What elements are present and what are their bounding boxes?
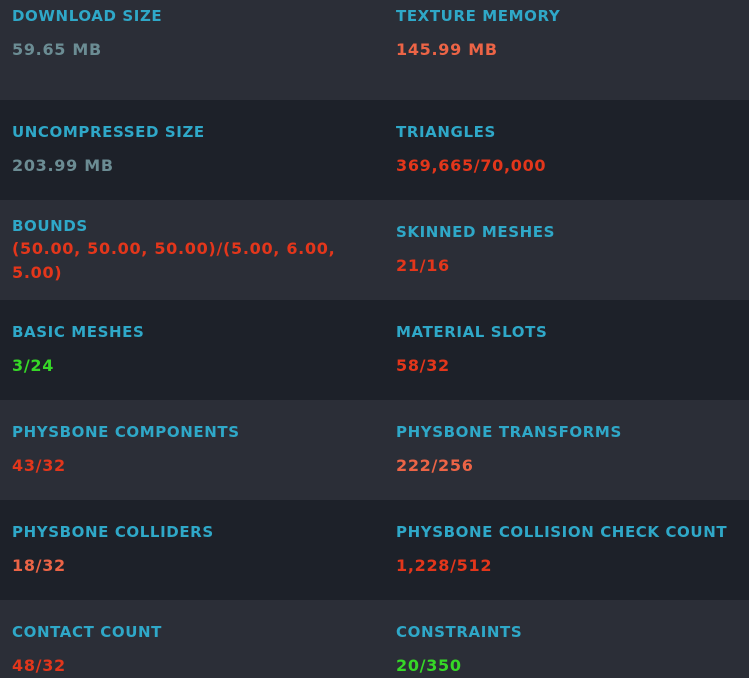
- stats-row: PHYSBONE COLLIDERS 18/32 PHYSBONE COLLIS…: [0, 500, 749, 600]
- stat-label: DOWNLOAD SIZE: [12, 7, 163, 25]
- stat-label: PHYSBONE COLLIDERS: [12, 523, 214, 541]
- stat-value: 58/32: [396, 356, 450, 375]
- stat-contact-count: CONTACT COUNT 48/32: [0, 600, 384, 675]
- stat-value: 59.65 MB: [12, 40, 102, 59]
- stat-value: 145.99 MB: [396, 40, 498, 59]
- stat-value: 43/32: [12, 456, 66, 475]
- stat-uncompressed-size: UNCOMPRESSED SIZE 203.99 MB: [0, 100, 384, 200]
- stat-triangles: TRIANGLES 369,665/70,000: [384, 100, 749, 200]
- stat-value: 203.99 MB: [12, 156, 114, 175]
- stat-material-slots: MATERIAL SLOTS 58/32: [384, 300, 749, 400]
- performance-stats-grid: DOWNLOAD SIZE 59.65 MB TEXTURE MEMORY 14…: [0, 0, 749, 675]
- stat-value: (50.00, 50.00, 50.00)/(5.00, 6.00, 5.00): [12, 238, 336, 282]
- stat-value: 18/32: [12, 556, 66, 575]
- stat-label: PHYSBONE COLLISION CHECK COUNT: [396, 523, 728, 541]
- stat-constraints: CONSTRAINTS 20/350: [384, 600, 749, 675]
- stat-physbone-collision-check-count: PHYSBONE COLLISION CHECK COUNT 1,228/512: [384, 500, 749, 600]
- stat-label: PHYSBONE TRANSFORMS: [396, 423, 622, 441]
- stat-basic-meshes: BASIC MESHES 3/24: [0, 300, 384, 400]
- stat-label: BOUNDS: [12, 216, 88, 235]
- stat-value: 1,228/512: [396, 556, 493, 575]
- stats-row: CONTACT COUNT 48/32 CONSTRAINTS 20/350: [0, 600, 749, 675]
- stat-value: 222/256: [396, 456, 474, 475]
- stat-value: 48/32: [12, 656, 66, 675]
- stat-label: TRIANGLES: [396, 123, 496, 141]
- stat-download-size: DOWNLOAD SIZE 59.65 MB: [0, 0, 384, 100]
- stat-physbone-colliders: PHYSBONE COLLIDERS 18/32: [0, 500, 384, 600]
- stat-label: CONSTRAINTS: [396, 623, 523, 641]
- stat-bounds: BOUNDS (50.00, 50.00, 50.00)/(5.00, 6.00…: [0, 200, 384, 300]
- stat-label: TEXTURE MEMORY: [396, 7, 561, 25]
- stat-physbone-transforms: PHYSBONE TRANSFORMS 222/256: [384, 400, 749, 500]
- stat-label: UNCOMPRESSED SIZE: [12, 123, 205, 141]
- stat-value: 369,665/70,000: [396, 156, 547, 175]
- stat-label: SKINNED MESHES: [396, 223, 556, 241]
- stat-value: 20/350: [396, 656, 462, 675]
- stat-label: PHYSBONE COMPONENTS: [12, 423, 240, 441]
- stats-row: BOUNDS (50.00, 50.00, 50.00)/(5.00, 6.00…: [0, 200, 749, 300]
- stat-texture-memory: TEXTURE MEMORY 145.99 MB: [384, 0, 749, 100]
- stat-physbone-components: PHYSBONE COMPONENTS 43/32: [0, 400, 384, 500]
- stats-row: PHYSBONE COMPONENTS 43/32 PHYSBONE TRANS…: [0, 400, 749, 500]
- stat-value: 3/24: [12, 356, 55, 375]
- stats-row: DOWNLOAD SIZE 59.65 MB TEXTURE MEMORY 14…: [0, 0, 749, 100]
- stat-value: 21/16: [396, 256, 450, 275]
- stat-label: MATERIAL SLOTS: [396, 323, 548, 341]
- stats-row: UNCOMPRESSED SIZE 203.99 MB TRIANGLES 36…: [0, 100, 749, 200]
- stat-label: BASIC MESHES: [12, 323, 145, 341]
- stats-row: BASIC MESHES 3/24 MATERIAL SLOTS 58/32: [0, 300, 749, 400]
- stat-label: CONTACT COUNT: [12, 623, 162, 641]
- stat-skinned-meshes: SKINNED MESHES 21/16: [384, 200, 749, 300]
